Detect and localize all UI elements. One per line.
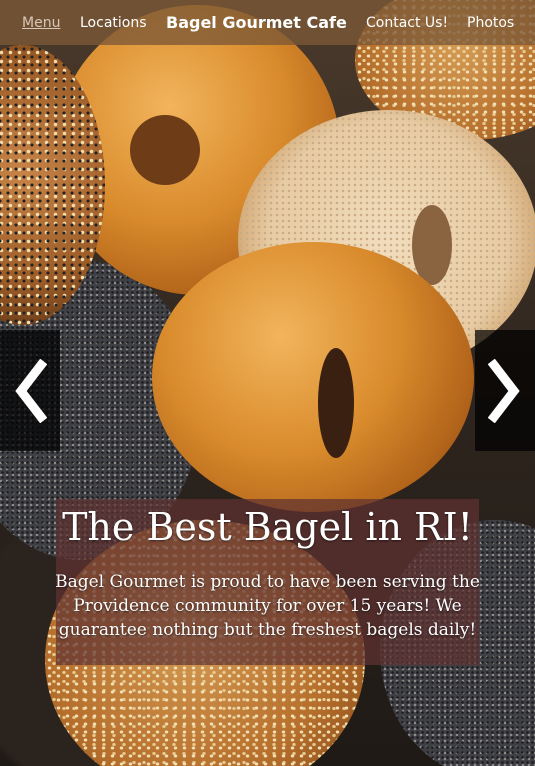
chevron-right-icon (488, 358, 520, 423)
chevron-left-icon (15, 358, 47, 423)
bagel-hole (130, 115, 200, 185)
nav-link-locations[interactable]: Locations (80, 15, 147, 31)
bagel-hole (318, 348, 354, 458)
caption-title: The Best Bagel in RI! (62, 505, 473, 549)
nav-link-menu[interactable]: Menu (22, 15, 60, 31)
carousel-prev-button[interactable] (0, 330, 60, 451)
nav-link-photos[interactable]: Photos (467, 15, 514, 31)
top-navigation-bar: Menu Locations Bagel Gourmet Cafe Contac… (0, 0, 535, 45)
bagel-hole (412, 205, 452, 285)
caption-text: Bagel Gourmet is proud to have been serv… (55, 572, 480, 640)
nav-link-contact[interactable]: Contact Us! (366, 15, 448, 31)
brand-title[interactable]: Bagel Gourmet Cafe (166, 13, 347, 32)
center-bagel (152, 242, 474, 512)
carousel-next-button[interactable] (475, 330, 535, 451)
carousel-caption: The Best Bagel in RI! Bagel Gourmet is p… (55, 499, 480, 665)
